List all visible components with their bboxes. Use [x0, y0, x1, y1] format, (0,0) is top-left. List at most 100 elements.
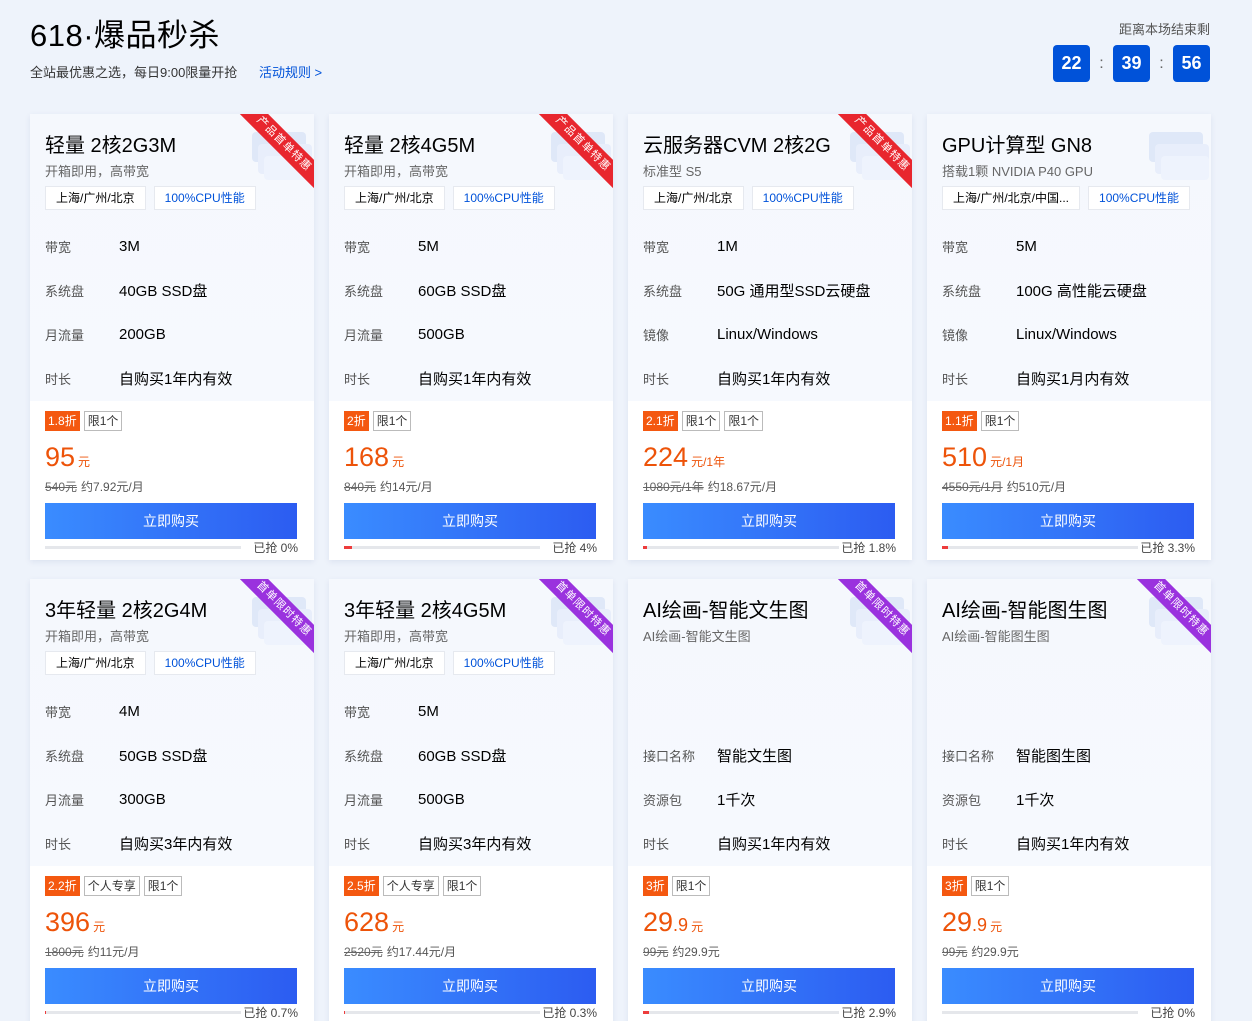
sold-percent: 已抢 4% [552, 541, 597, 555]
spec-label: 系统盘 [643, 283, 683, 299]
spec-value: 5M [1016, 237, 1037, 255]
badge-row: 3折 限1个 [942, 876, 1010, 896]
sold-progress-bar [942, 546, 1138, 549]
sold-progress-fill [643, 1011, 649, 1014]
spec-label: 月流量 [344, 327, 384, 343]
sold-progress-fill [643, 546, 647, 549]
countdown-separator: : [1099, 54, 1104, 72]
spec-value: 5M [418, 702, 439, 720]
spec-label: 系统盘 [45, 748, 85, 764]
spec-value: 40GB SSD盘 [119, 282, 208, 300]
region-tag: 上海/广州/北京 [344, 651, 445, 675]
original-price-row: 1800元 约11元/月 [45, 943, 140, 960]
monthly-price: 约29.9元 [971, 945, 1019, 959]
sold-progress-fill [344, 546, 352, 549]
spec-row: 带宽 5M [344, 689, 531, 733]
spec-list: 带宽 5M 系统盘 60GB SSD盘 月流量 500GB 时长 自购买1年内有效 [344, 224, 531, 400]
spec-row: 系统盘 50G 通用型SSD云硬盘 [643, 268, 870, 312]
product-subtitle: 标准型 S5 [643, 164, 702, 179]
spec-label: 带宽 [344, 704, 371, 720]
original-price: 99元 [942, 945, 968, 959]
buy-now-button[interactable]: 立即购买 [942, 503, 1194, 539]
price: 628 元 [344, 907, 404, 938]
cpu-performance-tag: 100%CPU性能 [452, 651, 555, 675]
buy-now-button[interactable]: 立即购买 [643, 503, 895, 539]
product-subtitle: 开箱即用，高带宽 [344, 164, 449, 179]
discount-badge: 2.2折 [45, 876, 80, 896]
original-price-row: 99元 约29.9元 [942, 943, 1019, 960]
original-price: 2520元 [344, 945, 383, 959]
buy-now-button[interactable]: 立即购买 [942, 968, 1194, 1004]
limit-badge: 限1个 [970, 876, 1010, 896]
sold-percent: 已抢 3.3% [1140, 541, 1195, 555]
product-tags: 上海/广州/北京 100%CPU性能 [643, 186, 854, 210]
original-price: 1800元 [45, 945, 84, 959]
product-tags: 上海/广州/北京 100%CPU性能 [45, 186, 256, 210]
badge-row: 2.1折 限1个 限1个 [643, 411, 764, 431]
spec-label: 接口名称 [643, 748, 696, 764]
cpu-performance-tag: 100%CPU性能 [153, 651, 256, 675]
spec-row: 系统盘 60GB SSD盘 [344, 733, 531, 777]
spec-label: 时长 [45, 371, 72, 387]
sold-progress-bar [942, 1011, 1138, 1014]
sold-percent: 已抢 0% [1150, 1006, 1195, 1020]
sold-progress-bar [45, 546, 241, 549]
price-unit: 元/1月 [990, 455, 1025, 469]
original-price-row: 1080元/1年 约18.67元/月 [643, 478, 777, 495]
original-price-row: 2520元 约17.44元/月 [344, 943, 456, 960]
limit-badge: 限1个 [83, 411, 123, 431]
cpu-performance-tag: 100%CPU性能 [452, 186, 555, 210]
spec-value: 60GB SSD盘 [418, 282, 507, 300]
original-price-row: 4550元/1月 约510元/月 [942, 478, 1066, 495]
product-card: GPU计算型 GN8 搭载1颗 NVIDIA P40 GPU 上海/广州/北京/中国… [927, 114, 1211, 560]
spec-row: 系统盘 100G 高性能云硬盘 [942, 268, 1147, 312]
badge-row: 1.8折 限1个 [45, 411, 123, 431]
product-title: 云服务器CVM 2核2G [643, 135, 831, 157]
spec-value: 自购买1月内有效 [1016, 370, 1130, 388]
original-price: 540元 [45, 480, 78, 494]
limit-badge: 个人专享 [83, 876, 140, 896]
spec-value: 50G 通用型SSD云硬盘 [717, 282, 871, 300]
spec-label: 时长 [344, 836, 371, 852]
spec-value: 自购买3年内有效 [119, 835, 233, 853]
buy-now-button[interactable]: 立即购买 [344, 503, 596, 539]
original-price: 840元 [344, 480, 377, 494]
sold-progress-bar [344, 546, 540, 549]
monthly-price: 约11元/月 [87, 945, 140, 959]
spec-value: 自购买1年内有效 [717, 835, 831, 853]
spec-value: 智能文生图 [717, 747, 793, 765]
buy-now-button[interactable]: 立即购买 [45, 968, 297, 1004]
page-subtitle: 全站最优惠之选，每日9:00限量开抢 活动规则 > [30, 62, 322, 81]
sold-progress-fill [45, 1011, 47, 1014]
price-unit: 元 [392, 920, 405, 934]
buy-now-button[interactable]: 立即购买 [344, 968, 596, 1004]
price-unit: 元 [78, 455, 91, 469]
sold-percent: 已抢 0.7% [243, 1006, 298, 1020]
monthly-price: 约17.44元/月 [386, 945, 457, 959]
countdown-minutes: 39 [1113, 45, 1150, 82]
limit-badge: 限1个 [442, 876, 482, 896]
spec-row: 时长 自购买3年内有效 [344, 821, 531, 865]
spec-label: 月流量 [45, 327, 85, 343]
spec-value: 50GB SSD盘 [119, 747, 208, 765]
region-tag: 上海/广州/北京 [643, 186, 744, 210]
spec-list: 带宽 3M 系统盘 40GB SSD盘 月流量 200GB 时长 自购买1年内有效 [45, 224, 232, 400]
monthly-price: 约7.92元/月 [81, 480, 144, 494]
activity-rules-link[interactable]: 活动规则 > [259, 65, 322, 80]
product-card: 首单限时特惠 3年轻量 2核4G5M 开箱即用，高带宽 上海/广州/北京 100%CPU… [329, 579, 613, 1021]
spec-row: 带宽 3M [45, 224, 232, 268]
product-subtitle: 搭载1颗 NVIDIA P40 GPU [942, 164, 1093, 179]
product-card: 产品首单特惠 云服务器CVM 2核2G 标准型 S5 上海/广州/北京 100%CPU性… [628, 114, 912, 560]
spec-label: 系统盘 [344, 283, 384, 299]
sold-percent: 已抢 2.9% [841, 1006, 896, 1020]
buy-now-button[interactable]: 立即购买 [45, 503, 297, 539]
spec-row: 带宽 5M [942, 224, 1147, 268]
cpu-performance-tag: 100%CPU性能 [153, 186, 256, 210]
spec-list: 带宽 5M 系统盘 100G 高性能云硬盘 镜像 Linux/Windows 时长 自购买1月… [942, 224, 1147, 400]
buy-now-button[interactable]: 立即购买 [643, 968, 895, 1004]
spec-value: 1千次 [717, 791, 756, 809]
spec-value: 自购买1年内有效 [418, 370, 532, 388]
limit-badge: 限1个 [372, 411, 412, 431]
spec-value: 300GB [119, 790, 166, 808]
price-unit: 元 [691, 920, 704, 934]
